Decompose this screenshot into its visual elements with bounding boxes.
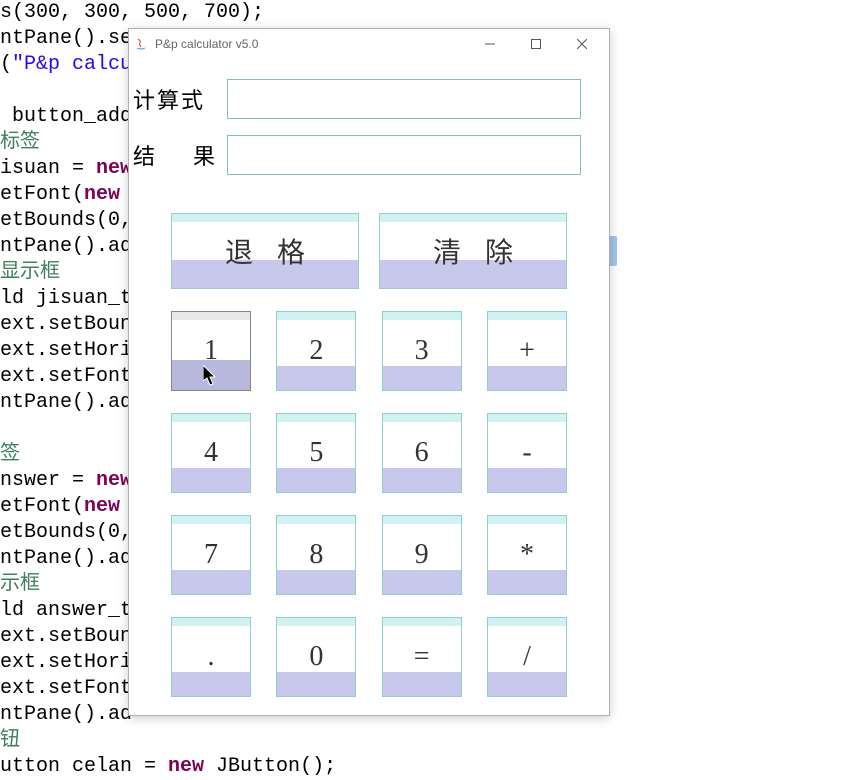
backspace-button[interactable]: 退格 bbox=[171, 213, 359, 289]
divide-button[interactable]: / bbox=[487, 617, 567, 697]
digit-8-button[interactable]: 8 bbox=[276, 515, 356, 595]
digit-1-button[interactable]: 1 bbox=[171, 311, 251, 391]
window-controls bbox=[467, 29, 605, 59]
digit-6-button[interactable]: 6 bbox=[382, 413, 462, 493]
expression-input[interactable] bbox=[227, 79, 581, 119]
button-grid: 退格 清除 1 2 3 + 4 5 6 - 7 8 9 * . bbox=[129, 183, 609, 697]
multiply-button[interactable]: * bbox=[487, 515, 567, 595]
digit-4-button[interactable]: 4 bbox=[171, 413, 251, 493]
java-icon bbox=[133, 36, 149, 52]
digit-9-button[interactable]: 9 bbox=[382, 515, 462, 595]
window-title: P&p calculator v5.0 bbox=[155, 37, 467, 51]
expression-label: 计算式 bbox=[129, 83, 227, 115]
calculator-window: P&p calculator v5.0 计算式 结果 退格 清除 bbox=[128, 28, 610, 716]
dot-button[interactable]: . bbox=[171, 617, 251, 697]
minus-button[interactable]: - bbox=[487, 413, 567, 493]
result-label: 结果 bbox=[129, 139, 227, 171]
digit-7-button[interactable]: 7 bbox=[171, 515, 251, 595]
snap-hint bbox=[609, 236, 617, 266]
clear-button[interactable]: 清除 bbox=[379, 213, 567, 289]
close-button[interactable] bbox=[559, 29, 605, 59]
maximize-button[interactable] bbox=[513, 29, 559, 59]
titlebar: P&p calculator v5.0 bbox=[129, 29, 609, 59]
digit-0-button[interactable]: 0 bbox=[276, 617, 356, 697]
minimize-button[interactable] bbox=[467, 29, 513, 59]
plus-button[interactable]: + bbox=[487, 311, 567, 391]
equals-button[interactable]: = bbox=[382, 617, 462, 697]
content-area: 计算式 结果 退格 清除 1 2 3 + 4 5 6 - bbox=[129, 59, 609, 731]
digit-3-button[interactable]: 3 bbox=[382, 311, 462, 391]
digit-2-button[interactable]: 2 bbox=[276, 311, 356, 391]
result-input[interactable] bbox=[227, 135, 581, 175]
digit-5-button[interactable]: 5 bbox=[276, 413, 356, 493]
